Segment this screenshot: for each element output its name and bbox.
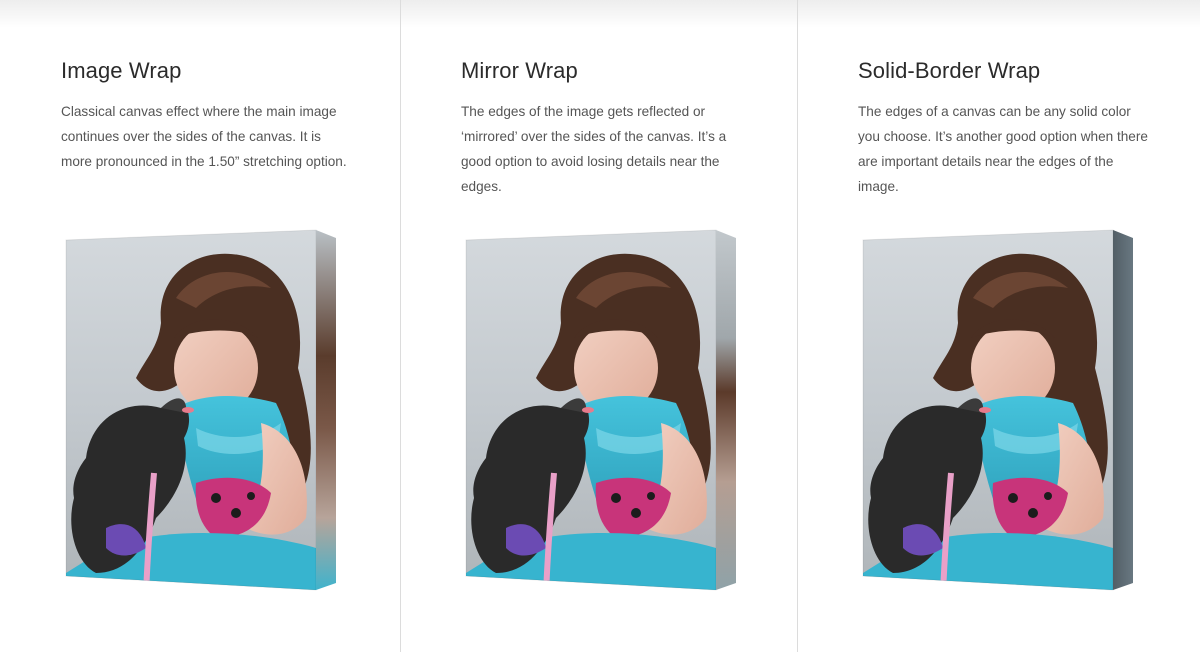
canvas-illustration <box>466 228 736 593</box>
option-title: Image Wrap <box>61 58 182 83</box>
column-divider <box>797 0 798 652</box>
canvas-illustration <box>863 228 1133 593</box>
canvas-side-edge <box>1113 230 1133 590</box>
wrap-option-solid: Solid-Border Wrap The edges of a canvas … <box>858 0 1188 652</box>
wrap-option-mirror: Mirror Wrap The edges of the image gets … <box>461 0 791 652</box>
canvas-side-edge <box>716 230 736 590</box>
option-description: The edges of the image gets reflected or… <box>461 104 727 194</box>
canvas-preview-solid-border-wrap <box>863 228 1138 593</box>
canvas-illustration <box>66 228 336 593</box>
canvas-preview-mirror-wrap <box>466 228 741 593</box>
option-title: Solid-Border Wrap <box>858 58 1041 83</box>
canvas-preview-image-wrap <box>66 228 341 593</box>
canvas-side-edge <box>316 230 336 590</box>
option-description: The edges of a canvas can be any solid c… <box>858 104 1148 194</box>
option-title: Mirror Wrap <box>461 58 578 83</box>
column-divider <box>400 0 401 652</box>
option-description: Classical canvas effect where the main i… <box>61 104 347 169</box>
wrap-option-image: Image Wrap Classical canvas effect where… <box>61 0 391 652</box>
